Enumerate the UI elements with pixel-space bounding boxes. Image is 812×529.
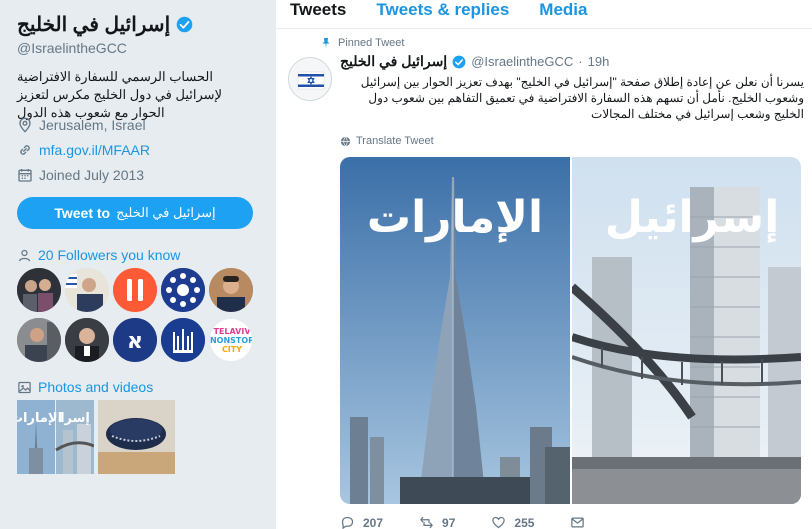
follower-avatar[interactable]: א bbox=[113, 318, 157, 362]
website-link[interactable]: mfa.gov.il/MFAAR bbox=[39, 142, 150, 158]
photo-thumbnail-2[interactable] bbox=[98, 400, 175, 474]
retweet-count: 97 bbox=[442, 515, 456, 529]
media-image-uae[interactable]: الإمارات bbox=[340, 157, 570, 504]
tweet-avatar[interactable] bbox=[288, 57, 332, 101]
media-right-label: إسرائيل bbox=[604, 192, 779, 243]
retweet-icon bbox=[420, 516, 433, 529]
profile-sidebar: إسرائيل في الخليج @IsraelintheGCC الحساب… bbox=[0, 0, 276, 529]
follower-avatar[interactable] bbox=[17, 268, 61, 312]
photos-videos-label[interactable]: Photos and videos bbox=[38, 379, 153, 395]
translate-tweet-link[interactable]: Translate Tweet bbox=[340, 135, 434, 147]
verified-badge-icon bbox=[452, 55, 466, 68]
followers-you-know-link[interactable]: 20 Followers you know bbox=[17, 247, 180, 263]
followers-grid: א TELAVIV NONSTOP CITY bbox=[17, 268, 257, 362]
followers-you-know-label[interactable]: 20 Followers you know bbox=[38, 247, 180, 263]
tweet-author-handle[interactable]: @IsraelintheGCC bbox=[471, 54, 573, 69]
media-left-label: الإمارات bbox=[367, 192, 543, 243]
photo-thumbnails: الإمارات إسرا bbox=[17, 400, 175, 474]
profile-location: Jerusalem, Israel bbox=[17, 117, 146, 133]
logo-line-1: TELAVIV bbox=[213, 327, 251, 336]
follower-avatar[interactable]: TELAVIV NONSTOP CITY bbox=[209, 318, 253, 362]
profile-handle[interactable]: @IsraelintheGCC bbox=[17, 40, 127, 56]
globe-icon bbox=[340, 136, 351, 147]
location-pin-icon bbox=[19, 117, 31, 133]
profile-name[interactable]: إسرائيل في الخليج bbox=[17, 12, 170, 37]
photo-thumbnail-1[interactable]: الإمارات إسرا bbox=[17, 400, 94, 474]
tweet-to-name: إسرائيل في الخليج bbox=[116, 205, 216, 220]
tweet-to-button[interactable]: Tweet to إسرائيل في الخليج bbox=[17, 197, 253, 229]
tab-tweets-replies[interactable]: Tweets & replies bbox=[376, 0, 509, 26]
profile-name-row: إسرائيل في الخليج bbox=[17, 12, 193, 37]
tweet-to-label: Tweet to bbox=[54, 205, 111, 221]
tweet-text: يسرنا أن نعلن عن إعادة إطلاق صفحة "إسرائ… bbox=[360, 75, 804, 121]
profile-website[interactable]: mfa.gov.il/MFAAR bbox=[17, 142, 150, 158]
tweet-header: إسرائيل في الخليج @IsraelintheGCC · 19h bbox=[340, 53, 609, 70]
heart-icon bbox=[492, 516, 506, 529]
follower-avatar[interactable] bbox=[17, 318, 61, 362]
svg-text:א: א bbox=[127, 329, 143, 354]
tab-tweets[interactable]: Tweets bbox=[290, 0, 346, 26]
pinned-tweet[interactable]: Pinned Tweet إسرائيل في الخليج @Israelin… bbox=[276, 28, 812, 529]
image-icon bbox=[18, 381, 31, 393]
translate-label[interactable]: Translate Tweet bbox=[356, 135, 434, 147]
reply-button[interactable]: 207 bbox=[340, 515, 383, 529]
tweet-author-name[interactable]: إسرائيل في الخليج bbox=[340, 53, 447, 70]
thumb-label-1: الإمارات bbox=[17, 411, 62, 426]
pinned-label: Pinned Tweet bbox=[338, 37, 405, 49]
tweet-separator: · bbox=[578, 54, 583, 69]
media-image-israel[interactable]: إسرائيل bbox=[571, 157, 802, 504]
logo-line-2: NONSTOP bbox=[210, 336, 253, 345]
timeline: Tweets Tweets & replies Media Pinned Twe… bbox=[276, 0, 812, 529]
thumb-label-2: إسرا bbox=[60, 411, 90, 426]
reply-icon bbox=[341, 516, 354, 529]
profile-joined: Joined July 2013 bbox=[17, 167, 144, 183]
follower-avatar[interactable] bbox=[65, 268, 109, 312]
like-count: 255 bbox=[514, 515, 535, 529]
like-button[interactable]: 255 bbox=[491, 515, 534, 529]
direct-message-button[interactable] bbox=[570, 515, 585, 529]
pinned-indicator: Pinned Tweet bbox=[320, 37, 404, 49]
profile-bio: الحساب الرسمي للسفارة الافتراضية لإسرائي… bbox=[17, 69, 222, 120]
envelope-icon bbox=[571, 517, 585, 528]
location-text: Jerusalem, Israel bbox=[39, 117, 146, 133]
tab-media[interactable]: Media bbox=[539, 0, 587, 26]
calendar-icon bbox=[18, 169, 32, 182]
follower-avatar[interactable] bbox=[161, 268, 205, 312]
follower-avatar[interactable] bbox=[65, 318, 109, 362]
verified-badge-icon bbox=[176, 16, 193, 33]
photos-videos-link[interactable]: Photos and videos bbox=[17, 379, 153, 395]
follower-avatar[interactable] bbox=[113, 268, 157, 312]
link-icon bbox=[20, 145, 30, 155]
tweet-media[interactable]: الإمارات إسرائيل bbox=[340, 157, 801, 504]
follower-avatar[interactable] bbox=[209, 268, 253, 312]
person-icon bbox=[18, 249, 31, 261]
logo-line-3: CITY bbox=[222, 345, 242, 354]
retweet-button[interactable]: 97 bbox=[419, 515, 455, 529]
follower-avatar[interactable] bbox=[161, 318, 205, 362]
tweet-timestamp[interactable]: 19h bbox=[588, 54, 610, 69]
tweet-actions: 207 97 255 bbox=[340, 515, 585, 529]
joined-text: Joined July 2013 bbox=[39, 167, 145, 183]
profile-tabs: Tweets Tweets & replies Media bbox=[276, 0, 812, 26]
reply-count: 207 bbox=[363, 515, 384, 529]
pin-icon bbox=[322, 38, 330, 48]
